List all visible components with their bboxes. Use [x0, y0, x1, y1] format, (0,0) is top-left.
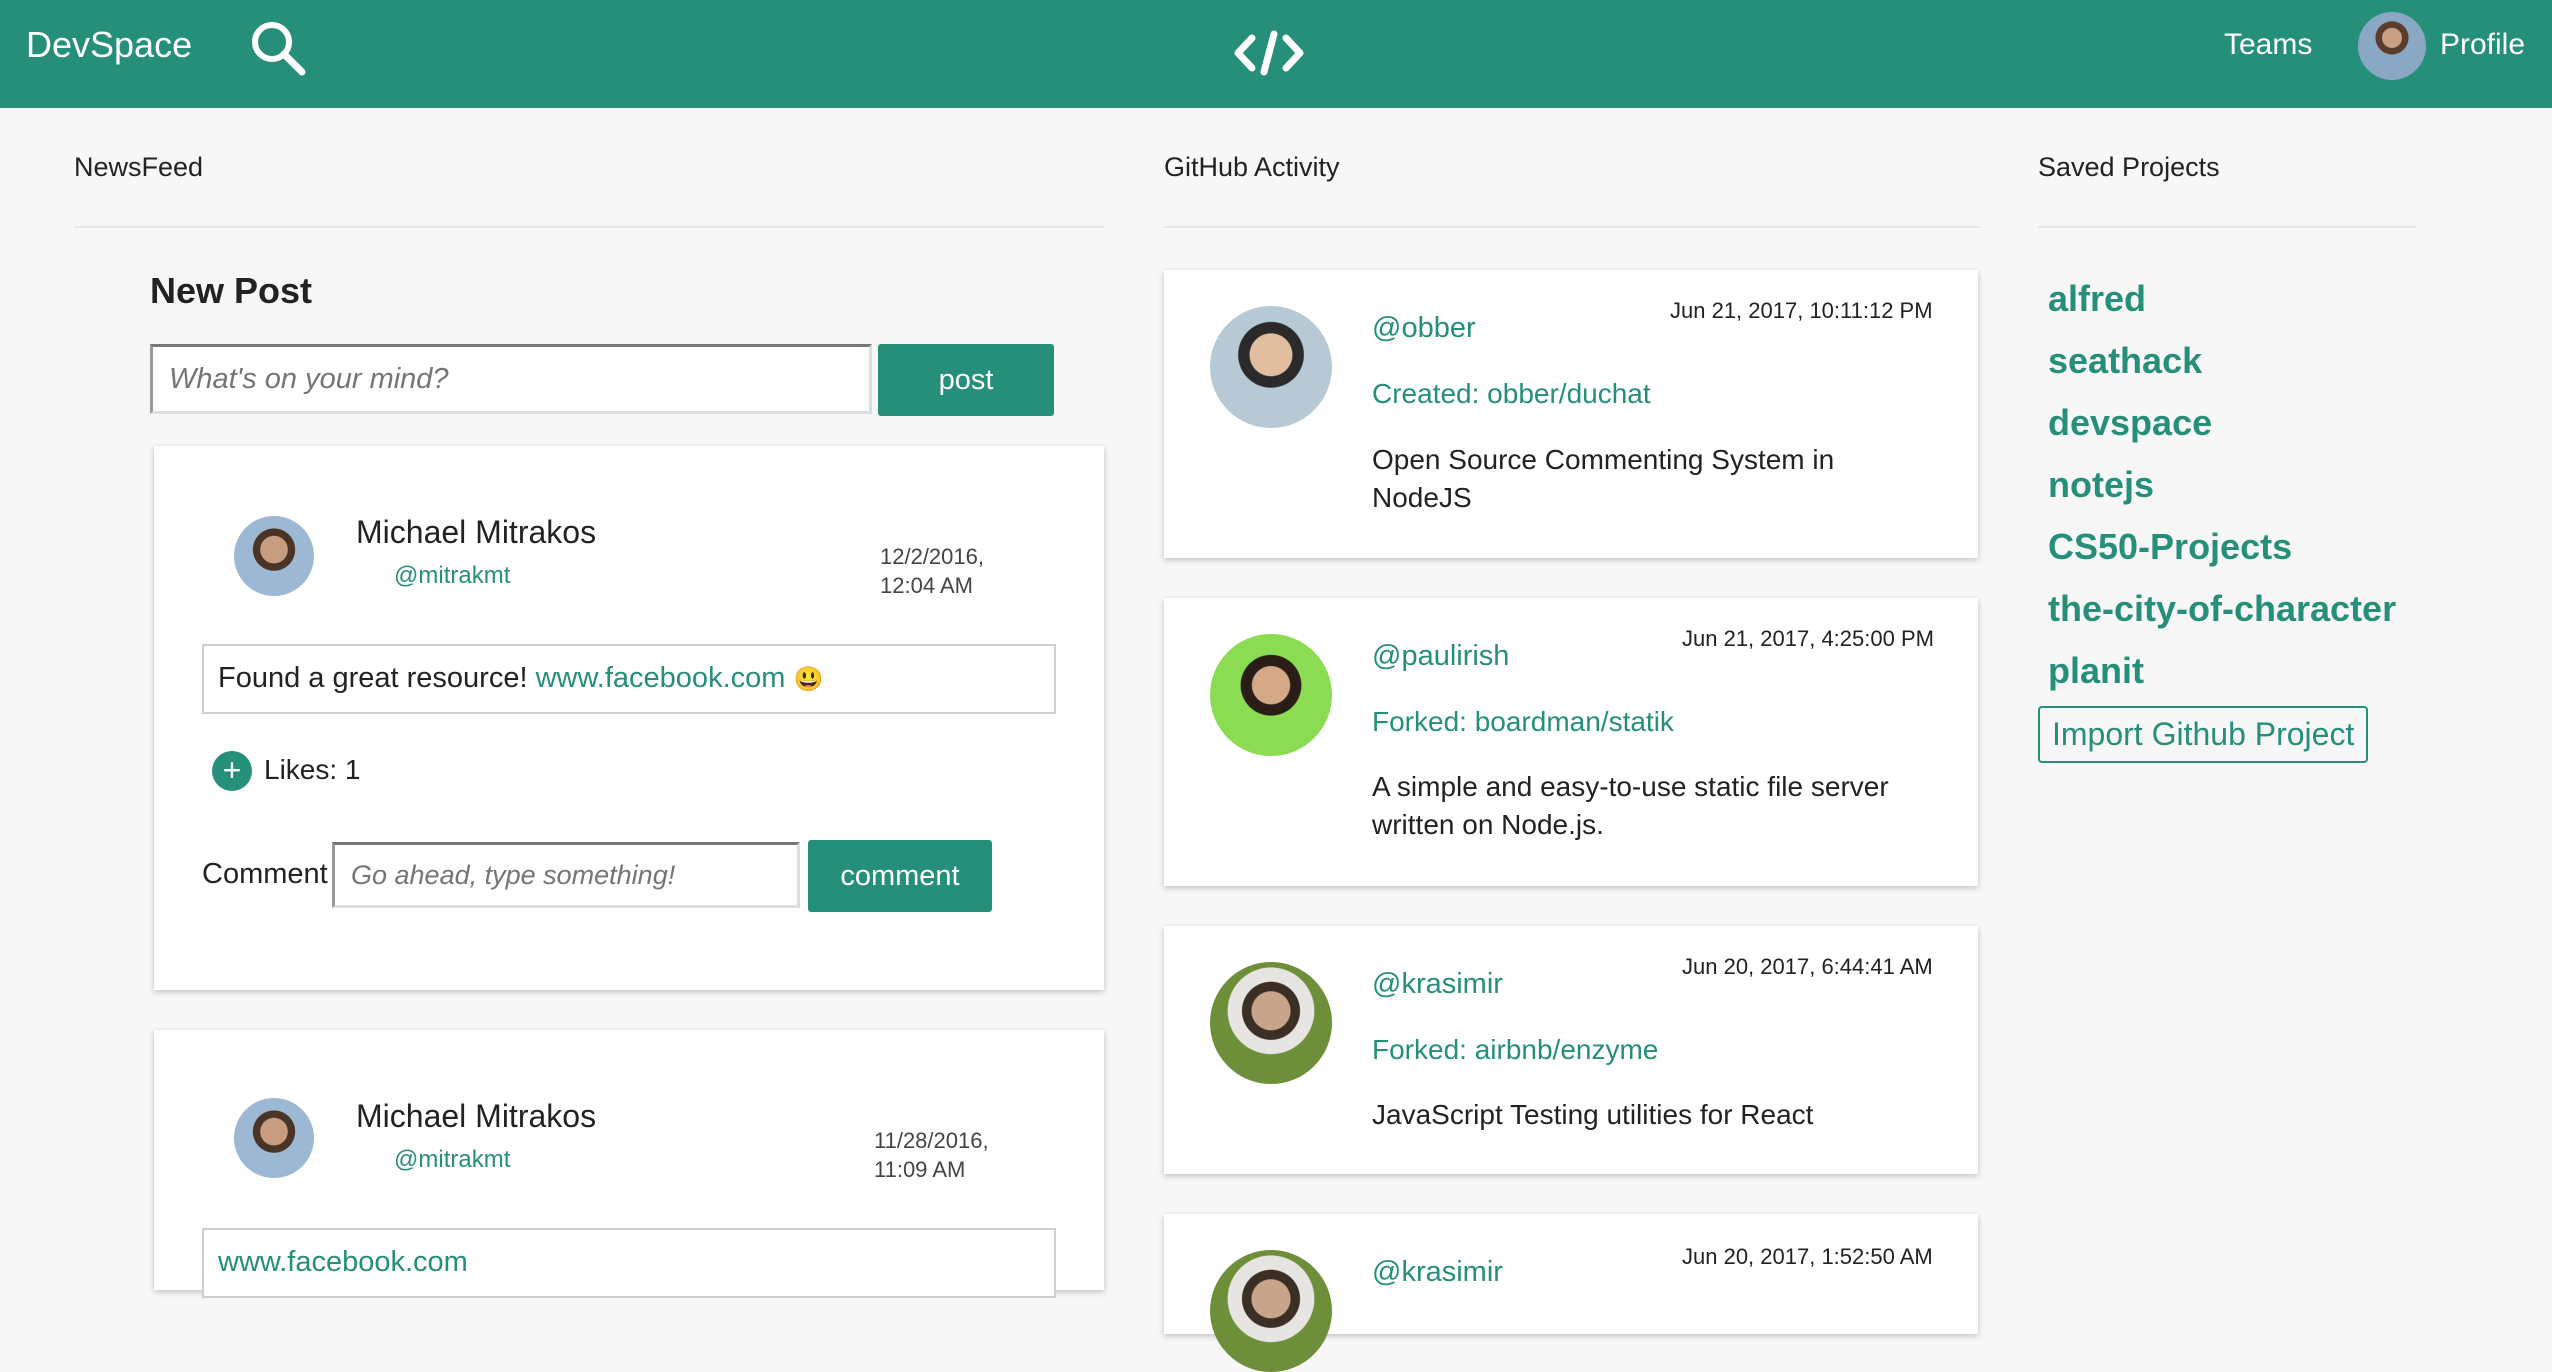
nav-teams-link[interactable]: Teams [2224, 28, 2312, 62]
divider [74, 226, 1104, 228]
post-content: Found a great resource! www.facebook.com… [202, 644, 1056, 714]
saved-project-cs50[interactable]: CS50-Projects [2048, 526, 2292, 568]
brand-logo[interactable]: DevSpace [26, 24, 192, 66]
github-user-handle[interactable]: @paulirish [1372, 640, 1509, 673]
likes-count: Likes: 1 [264, 754, 361, 785]
avatar [234, 516, 314, 596]
github-event-action[interactable]: Created: obber/duchat [1372, 378, 1651, 410]
newsfeed-title: NewsFeed [74, 152, 204, 182]
nav-profile-link[interactable]: Profile [2440, 28, 2525, 62]
github-event-action[interactable]: Forked: airbnb/enzyme [1372, 1034, 1658, 1066]
github-event-date: Jun 20, 2017, 6:44:41 AM [1682, 954, 1933, 979]
divider [2038, 226, 2416, 228]
post-date: 12/2/2016, 12:04 AM [880, 544, 984, 598]
saved-project-seathack[interactable]: seathack [2048, 340, 2202, 382]
github-user-handle[interactable]: @krasimir [1372, 968, 1503, 1001]
post-button[interactable]: post [878, 344, 1054, 416]
post-author[interactable]: Michael Mitrakos [356, 514, 596, 551]
post-date: 11/28/2016, 11:09 AM [874, 1128, 989, 1182]
avatar[interactable] [2358, 12, 2426, 80]
saved-project-devspace[interactable]: devspace [2048, 402, 2212, 444]
github-repo-description: Open Source Commenting System in NodeJS [1372, 444, 1835, 513]
avatar [1210, 634, 1332, 756]
saved-project-planit[interactable]: planit [2048, 650, 2144, 692]
github-user-handle[interactable]: @obber [1372, 312, 1476, 345]
comment-label: Comment [202, 858, 328, 890]
post-handle[interactable]: @mitrakmt [394, 562, 510, 590]
github-event-date: Jun 21, 2017, 10:11:12 PM [1670, 298, 1933, 323]
search-icon[interactable] [248, 18, 308, 78]
new-post-heading: New Post [150, 270, 313, 311]
saved-projects-title: Saved Projects [2038, 152, 2220, 182]
like-plus-icon[interactable]: + [212, 751, 252, 791]
saved-project-notejs[interactable]: notejs [2048, 464, 2154, 506]
github-repo-description: A simple and easy-to-use static file ser… [1372, 771, 1889, 840]
saved-project-the-city-of-character[interactable]: the-city-of-character [2048, 588, 2396, 630]
post-link[interactable]: www.facebook.com [218, 1246, 468, 1278]
github-activity-title: GitHub Activity [1164, 152, 1340, 182]
divider [1164, 226, 1980, 228]
github-event-date: Jun 21, 2017, 4:25:00 PM [1682, 626, 1934, 651]
avatar [1210, 962, 1332, 1084]
saved-project-alfred[interactable]: alfred [2048, 278, 2146, 320]
new-post-input[interactable] [150, 344, 872, 414]
post-handle[interactable]: @mitrakmt [394, 1146, 510, 1174]
avatar [1210, 306, 1332, 428]
comment-button[interactable]: comment [808, 840, 992, 912]
github-event-action[interactable]: Forked: boardman/statik [1372, 706, 1674, 738]
github-user-handle[interactable]: @krasimir [1372, 1256, 1503, 1289]
post-author[interactable]: Michael Mitrakos [356, 1098, 596, 1135]
avatar [234, 1098, 314, 1178]
avatar [1210, 1250, 1332, 1372]
post-content: www.facebook.com [202, 1228, 1056, 1298]
post-link[interactable]: www.facebook.com [536, 662, 786, 694]
import-github-project-button[interactable]: Import Github Project [2038, 706, 2369, 763]
smile-emoji-icon: 😃 [793, 666, 824, 693]
code-icon[interactable] [1234, 28, 1304, 78]
github-event-date: Jun 20, 2017, 1:52:50 AM [1682, 1244, 1933, 1269]
github-repo-description: JavaScript Testing utilities for React [1372, 1099, 1814, 1130]
comment-input[interactable] [332, 842, 800, 908]
